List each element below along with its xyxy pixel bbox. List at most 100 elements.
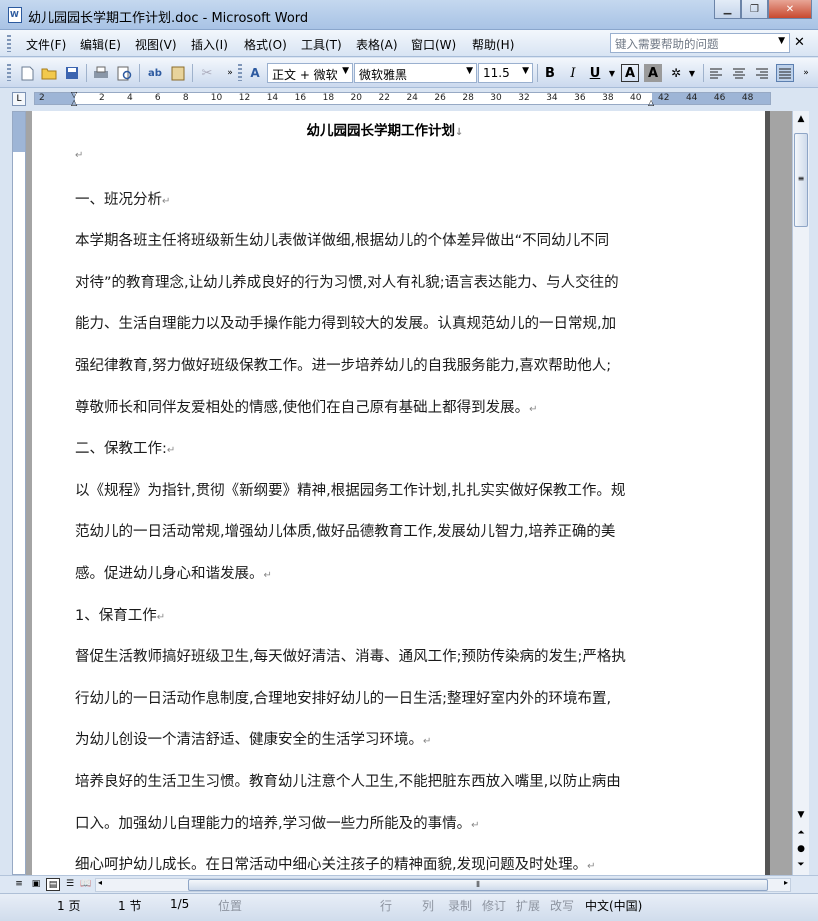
research-icon[interactable] — [169, 64, 187, 82]
document-line: 为幼儿创设一个清洁舒适、健康安全的生活学习环境。↵ — [75, 728, 431, 749]
line-text: 行幼儿的一日活动作息制度,合理地安排好幼儿的一日生活;整理好室内外的环境布置, — [75, 690, 612, 707]
scroll-down-icon[interactable]: ▼ — [793, 807, 809, 823]
outline-view-icon[interactable]: ☰ — [63, 878, 77, 891]
line-text: 二、保教工作: — [75, 441, 167, 458]
horizontal-scrollbar[interactable]: ◂ ⦀ ▸ — [95, 878, 791, 892]
align-right-icon[interactable] — [753, 64, 771, 82]
document-close-icon[interactable]: ✕ — [794, 35, 805, 50]
document-line: 强纪律教育,努力做好班级保教工作。进一步培养幼儿的自我服务能力,喜欢帮助他人; — [75, 354, 611, 375]
toolbar-grip-icon[interactable] — [7, 64, 11, 81]
ruler-label: 16 — [294, 93, 307, 103]
open-folder-icon[interactable] — [40, 64, 58, 82]
menu-edit[interactable]: 编辑(E) — [80, 36, 121, 53]
justify-icon[interactable] — [776, 64, 794, 82]
paragraph-mark: ↵ — [75, 150, 84, 161]
spelling-check-icon[interactable]: ab — [146, 64, 164, 82]
menu-help[interactable]: 帮助(H) — [472, 36, 514, 53]
previous-page-icon[interactable]: ⏶ — [793, 825, 809, 841]
toolbar-overflow-icon[interactable]: » — [221, 64, 239, 82]
print-layout-view-icon[interactable]: ▤ — [46, 878, 60, 891]
font-size-dropdown[interactable]: 11.5 ▼ — [478, 63, 533, 83]
document-page[interactable]: 幼儿园园长学期工作计划↓ ↵ 一、班况分析↵ 本学期各班主任将班级新生幼儿表做详做细… — [32, 111, 770, 875]
ruler-label: 36 — [574, 93, 586, 103]
paragraph-mark: ↵ — [471, 819, 480, 831]
document-line: 行幼儿的一日活动作息制度,合理地安排好幼儿的一日生活;整理好室内外的环境布置, — [75, 687, 611, 708]
print-icon[interactable] — [92, 64, 110, 82]
char-shading-button[interactable]: A — [644, 64, 662, 82]
restore-button[interactable]: ❐ — [741, 0, 768, 19]
select-browse-object-icon[interactable]: ● — [793, 841, 809, 857]
format-toolbar-grip-icon[interactable] — [238, 64, 242, 81]
chevron-down-icon[interactable]: ▼ — [778, 36, 785, 46]
line-text: 为幼儿创设一个清洁舒适、健康安全的生活学习环境。 — [75, 732, 423, 749]
ruler-label: 18 — [322, 93, 335, 103]
chevron-down-icon: ▼ — [522, 66, 529, 76]
left-indent-marker[interactable]: △ — [71, 98, 77, 107]
ruler-label: 42 — [658, 93, 670, 103]
align-left-icon[interactable] — [707, 64, 725, 82]
menu-view[interactable]: 视图(V) — [135, 36, 177, 53]
close-button[interactable]: ✕ — [768, 0, 812, 19]
line-text: 细心呵护幼儿成长。在日常活动中细心关注孩子的精神面貌,发现问题及时处理。 — [75, 857, 588, 874]
ruler-label: 4 — [126, 93, 133, 103]
toolbar: ab ✂ » A 正文 + 微软 ▼ 微软雅黑 ▼ 11.5 ▼ B I U ▼ A … — [0, 58, 818, 88]
reading-layout-view-icon[interactable]: 📖 — [79, 878, 93, 891]
paragraph-mark: ↵ — [162, 195, 171, 207]
char-border-button[interactable]: A — [621, 64, 639, 82]
align-center-icon[interactable] — [730, 64, 748, 82]
scroll-up-icon[interactable]: ▲ — [793, 111, 809, 127]
line-text: 能力、生活自理能力以及动手操作能力得到较大的发展。认真规范幼儿的一日常规,加 — [75, 316, 617, 333]
word-app-icon[interactable]: W — [8, 7, 22, 23]
chevron-down-icon[interactable]: ▼ — [603, 64, 621, 82]
line-text: 感。促进幼儿身心和谐发展。 — [75, 566, 264, 582]
menu-format[interactable]: 格式(O) — [244, 36, 287, 53]
status-ovr[interactable]: 改写 — [550, 897, 574, 914]
menu-table[interactable]: 表格(A) — [356, 36, 398, 53]
line-text: 督促生活教师搞好班级卫生,每天做好清洁、消毒、通风工作;预防传染病的发生;严格执 — [75, 649, 626, 666]
hscroll-thumb[interactable]: ⦀ — [188, 879, 768, 891]
paragraph-mark: ↵ — [529, 403, 538, 415]
line-text: 口入。加强幼儿自理能力的培养,学习做一些力所能及的事情。 — [75, 815, 472, 832]
ruler-label: 32 — [518, 93, 530, 103]
new-document-icon[interactable] — [18, 64, 36, 82]
right-indent-marker[interactable]: △ — [648, 98, 654, 107]
status-ext[interactable]: 扩展 — [516, 897, 540, 914]
menu-tools[interactable]: 工具(T) — [301, 36, 342, 53]
scroll-left-icon[interactable]: ◂ — [98, 878, 102, 887]
status-rec[interactable]: 录制 — [448, 897, 472, 914]
document-line: 对待”的教育理念,让幼儿养成良好的行为习惯,对人有礼貌;语言表达能力、与人交往的 — [75, 271, 619, 292]
italic-button[interactable]: I — [564, 64, 582, 82]
next-page-icon[interactable]: ⏷ — [793, 857, 809, 873]
help-search-input[interactable]: 键入需要帮助的问题 ▼ — [610, 33, 790, 53]
toolbar-overflow-icon[interactable]: » — [797, 64, 815, 82]
window-title: 幼儿园园长学期工作计划.doc - Microsoft Word — [28, 11, 309, 26]
document-line: 能力、生活自理能力以及动手操作能力得到较大的发展。认真规范幼儿的一日常规,加 — [75, 312, 616, 333]
save-icon[interactable] — [63, 64, 81, 82]
document-line: 1、保育工作↵ — [75, 604, 165, 625]
vertical-scrollbar[interactable]: ▲ ≡ ▼ ⏶ ● ⏷ — [792, 111, 809, 875]
chevron-down-icon[interactable]: ▼ — [683, 64, 701, 82]
normal-view-icon[interactable]: ≡ — [12, 878, 26, 891]
horizontal-ruler[interactable]: 2 2 4 6 8 10 12 14 16 18 20 22 24 26 28 30 32 34 36 38 40 42 4… — [34, 90, 771, 107]
menu-grip-icon[interactable] — [7, 35, 11, 52]
status-track[interactable]: 修订 — [482, 897, 506, 914]
document-workspace[interactable]: 幼儿园园长学期工作计划↓ ↵ 一、班况分析↵ 本学期各班主任将班级新生幼儿表做详做细… — [26, 111, 792, 875]
font-dropdown[interactable]: 微软雅黑 ▼ — [354, 63, 477, 83]
scrollbar-thumb[interactable]: ≡ — [794, 133, 808, 227]
bold-button[interactable]: B — [541, 64, 559, 82]
print-preview-icon[interactable] — [116, 64, 134, 82]
cut-icon[interactable]: ✂ — [198, 64, 216, 82]
menu-file[interactable]: 文件(F) — [26, 36, 66, 53]
scroll-right-icon[interactable]: ▸ — [784, 878, 788, 887]
style-dropdown[interactable]: 正文 + 微软 ▼ — [267, 63, 353, 83]
chevron-down-icon: ▼ — [466, 66, 473, 76]
menu-window[interactable]: 窗口(W) — [411, 36, 456, 53]
status-language: 中文(中国) — [585, 899, 643, 913]
tab-selector[interactable]: L — [12, 92, 26, 106]
minimize-button[interactable]: ▁ — [714, 0, 741, 19]
styles-icon[interactable]: A — [246, 64, 264, 82]
web-layout-view-icon[interactable]: ▣ — [29, 878, 43, 891]
underline-button[interactable]: U — [586, 64, 604, 82]
menu-insert[interactable]: 插入(I) — [191, 36, 228, 53]
paragraph-mark: ↵ — [166, 445, 176, 457]
